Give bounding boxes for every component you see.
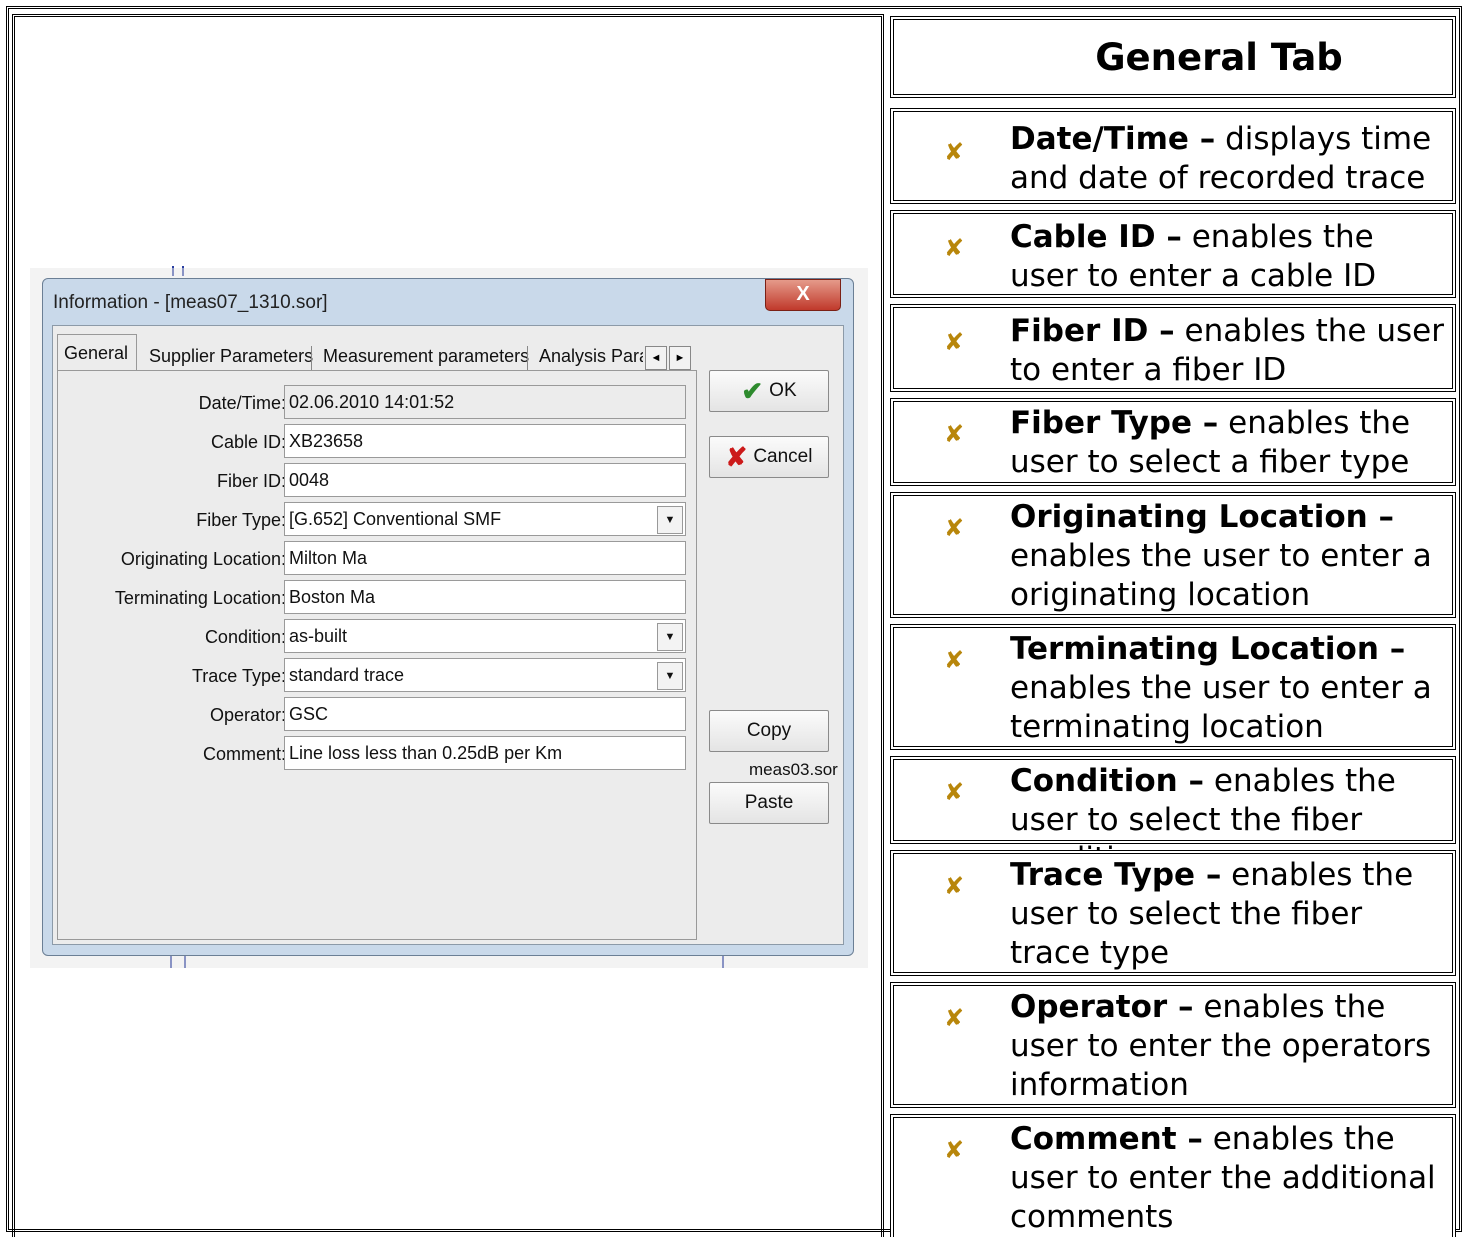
description-row: ✘ Fiber ID – enables the user to enter a… bbox=[890, 304, 1456, 392]
term: Fiber ID – bbox=[1010, 313, 1175, 349]
term: Terminating Location – bbox=[1010, 631, 1406, 667]
chevron-down-icon[interactable]: ▼ bbox=[657, 623, 683, 651]
term: Fiber Type – bbox=[1010, 405, 1219, 441]
copy-button[interactable]: Copy bbox=[709, 710, 829, 752]
x-bullet-icon: ✘ bbox=[944, 646, 965, 674]
tab-scroll-right-icon[interactable]: ► bbox=[669, 346, 691, 370]
trace-type-select[interactable]: standard trace ▼ bbox=[284, 658, 686, 692]
x-bullet-icon: ✘ bbox=[944, 872, 965, 900]
description-row: ✘ Fiber Type – enables the user to selec… bbox=[890, 398, 1456, 486]
x-bullet-icon: ✘ bbox=[944, 328, 965, 356]
description-row: ✘ Trace Type – enables the user to selec… bbox=[890, 850, 1456, 976]
comment-input[interactable]: Line loss less than 0.25dB per Km bbox=[284, 736, 686, 770]
close-icon: X bbox=[796, 283, 810, 305]
terminating-location-input[interactable]: Boston Ma bbox=[284, 580, 686, 614]
x-icon: ✘ bbox=[725, 442, 748, 472]
fiber-type-select[interactable]: [G.652] Conventional SMF ▼ bbox=[284, 502, 686, 536]
dialog-titlebar[interactable]: Information - [meas07_1310.sor] X bbox=[43, 279, 853, 325]
description-row: ✘ Terminating Location – enables the use… bbox=[890, 624, 1456, 750]
paste-button[interactable]: Paste bbox=[709, 782, 829, 824]
x-bullet-icon: ✘ bbox=[944, 420, 965, 448]
tab-analysis-parameters[interactable]: Analysis Para bbox=[533, 340, 643, 370]
condition-value: as-built bbox=[289, 626, 348, 646]
operator-input[interactable]: GSC bbox=[284, 697, 686, 731]
x-bullet-icon: ✘ bbox=[944, 1004, 965, 1032]
dialog-title: Information - [meas07_1310.sor] bbox=[53, 292, 328, 313]
description-row: ✘ Date/Time – displays time and date of … bbox=[890, 108, 1456, 204]
dialog-client: General Supplier Parameters Measurement … bbox=[52, 325, 844, 945]
x-bullet-icon: ✘ bbox=[944, 138, 965, 166]
term-description: enables the user to enter a originating … bbox=[1010, 538, 1432, 613]
x-bullet-icon: ✘ bbox=[944, 234, 965, 262]
close-button[interactable]: X bbox=[765, 279, 841, 311]
x-bullet-icon: ✘ bbox=[944, 1136, 965, 1164]
term: Cable ID – bbox=[1010, 219, 1182, 255]
condition-select[interactable]: as-built ▼ bbox=[284, 619, 686, 653]
tab-scroll-left-icon[interactable]: ◄ bbox=[645, 346, 667, 370]
datetime-label: Date/Time: bbox=[198, 393, 286, 413]
term: Operator – bbox=[1010, 989, 1194, 1025]
chevron-down-icon[interactable]: ▼ bbox=[657, 662, 683, 690]
term: Condition – bbox=[1010, 763, 1205, 799]
trace-type-value: standard trace bbox=[289, 665, 405, 685]
x-bullet-icon: ✘ bbox=[944, 514, 965, 542]
ok-button[interactable]: ✔ OK bbox=[709, 370, 829, 412]
panel-header: General Tab bbox=[1095, 35, 1343, 79]
tab-measurement-parameters[interactable]: Measurement parameters bbox=[317, 340, 535, 370]
panel-header-cell: General Tab bbox=[890, 16, 1456, 98]
tab-supplier-parameters[interactable]: Supplier Parameters bbox=[143, 340, 319, 370]
x-bullet-icon: ✘ bbox=[944, 778, 965, 806]
description-row: ✘ Originating Location – enables the use… bbox=[890, 492, 1456, 618]
condition-label: Condition: bbox=[204, 627, 286, 647]
fiber-type-label: Fiber Type: bbox=[196, 510, 286, 530]
fiber-id-label: Fiber ID: bbox=[216, 471, 286, 491]
tab-separator bbox=[311, 346, 312, 372]
term: Comment – bbox=[1010, 1121, 1203, 1157]
operator-label: Operator: bbox=[209, 705, 286, 725]
tab-general[interactable]: General bbox=[57, 334, 137, 370]
description-row: ✘ Operator – enables the user to enter t… bbox=[890, 982, 1456, 1108]
term: Trace Type – bbox=[1010, 857, 1222, 893]
terminating-location-label: Terminating Location: bbox=[114, 588, 286, 608]
originating-location-label: Originating Location: bbox=[120, 549, 286, 569]
chevron-down-icon[interactable]: ▼ bbox=[657, 506, 683, 534]
description-row: ✘ Cable ID – enables the user to enter a… bbox=[890, 210, 1456, 298]
term: Originating Location – bbox=[1010, 499, 1395, 535]
originating-location-input[interactable]: Milton Ma bbox=[284, 541, 686, 575]
file-name: meas03.sor bbox=[749, 760, 838, 779]
general-tab-panel: Date/Time: 02.06.2010 14:01:52 Cable ID:… bbox=[57, 370, 697, 940]
fiber-type-value: [G.652] Conventional SMF bbox=[289, 509, 502, 529]
cable-id-input[interactable]: XB23658 bbox=[284, 424, 686, 458]
term: Date/Time – bbox=[1010, 121, 1216, 157]
trace-type-label: Trace Type: bbox=[191, 666, 286, 686]
description-row: ✘ Comment – enables the user to enter th… bbox=[890, 1114, 1456, 1237]
description-row: ✘ Condition – enables the user to select… bbox=[890, 756, 1456, 877]
cable-id-label: Cable ID: bbox=[210, 432, 286, 452]
check-icon: ✔ bbox=[741, 376, 764, 406]
comment-label: Comment: bbox=[202, 744, 286, 764]
information-dialog: Information - [meas07_1310.sor] X Genera… bbox=[42, 278, 854, 956]
term-description: enables the user to enter a terminating … bbox=[1010, 670, 1432, 745]
tab-separator bbox=[527, 346, 528, 372]
datetime-field: 02.06.2010 14:01:52 bbox=[284, 385, 686, 419]
fiber-id-input[interactable]: 0048 bbox=[284, 463, 686, 497]
cancel-button[interactable]: ✘ Cancel bbox=[709, 436, 829, 478]
